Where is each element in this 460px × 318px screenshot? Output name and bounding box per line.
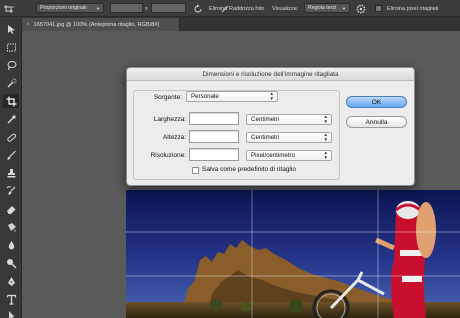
move-tool-icon[interactable] bbox=[3, 22, 19, 36]
ratio-width-field[interactable] bbox=[110, 3, 143, 13]
history-brush-tool-icon[interactable] bbox=[3, 184, 19, 198]
height-unit-select[interactable]: Centimetri ▲ ▼ bbox=[246, 132, 332, 143]
cancel-button[interactable]: Annulla bbox=[346, 116, 407, 128]
updown-arrows-icon: ▲ ▼ bbox=[323, 150, 328, 160]
document-tab[interactable]: × 1657041.jpg @ 100% (Anteprima ritaglio… bbox=[22, 18, 180, 31]
dialog-title: Dimensioni e risoluzione dell’immagine r… bbox=[127, 68, 414, 81]
brush-tool-icon[interactable] bbox=[3, 148, 19, 162]
swap-symbol[interactable]: x bbox=[145, 3, 148, 14]
crop-preset-icon[interactable] bbox=[3, 3, 15, 14]
width-field[interactable] bbox=[189, 112, 239, 125]
resolution-unit-value: Pixel/centimetro bbox=[251, 152, 296, 159]
delete-pixels-checkbox[interactable] bbox=[375, 3, 382, 14]
eraser-tool-icon[interactable] bbox=[3, 202, 19, 216]
width-unit-select[interactable]: Centimetri ▲ ▼ bbox=[246, 114, 332, 125]
view-label: Visualizza: bbox=[272, 5, 299, 12]
lasso-tool-icon[interactable] bbox=[3, 58, 19, 72]
crop-tool-icon[interactable] bbox=[3, 94, 19, 108]
healing-brush-tool-icon[interactable] bbox=[3, 130, 19, 144]
updown-arrows-icon: ▲ ▼ bbox=[323, 114, 328, 124]
photo-preview bbox=[126, 190, 460, 318]
options-bar: Proporzioni originali ▼ x Elimina Raddri… bbox=[0, 0, 460, 17]
close-icon[interactable]: × bbox=[26, 22, 30, 28]
resolution-field[interactable] bbox=[189, 148, 239, 161]
source-select[interactable]: Personale ▲ ▼ bbox=[186, 91, 278, 102]
marquee-tool-icon[interactable] bbox=[3, 40, 19, 54]
source-select-value: Personale bbox=[191, 93, 219, 100]
view-select-value: Regola terzi bbox=[308, 4, 337, 11]
ok-button[interactable]: OK bbox=[346, 96, 407, 108]
crop-size-resolution-dialog: Dimensioni e risoluzione dell’immagine r… bbox=[126, 67, 415, 186]
photoshop-window: Proporzioni originali ▼ x Elimina Raddri… bbox=[0, 0, 460, 318]
gear-icon[interactable] bbox=[356, 3, 366, 14]
height-label: Altezza: bbox=[162, 134, 186, 141]
settings-group: Sorgente: Personale ▲ ▼ Larghezza: Centim… bbox=[133, 90, 340, 180]
straighten-label[interactable]: Raddrizza foto bbox=[229, 3, 264, 14]
view-select[interactable]: Regola terzi ▼ bbox=[304, 3, 350, 13]
width-label: Larghezza: bbox=[153, 116, 186, 123]
gradient-tool-icon[interactable] bbox=[3, 220, 19, 234]
ratio-height-field[interactable] bbox=[151, 3, 186, 13]
clone-stamp-tool-icon[interactable] bbox=[3, 166, 19, 180]
height-field[interactable] bbox=[189, 130, 239, 143]
preset-select[interactable]: Proporzioni originali ▼ bbox=[36, 3, 104, 13]
chevron-down-icon: ▼ bbox=[96, 5, 100, 11]
delete-pixels-label: Elimina pixel ritagliati bbox=[387, 5, 439, 12]
save-preset-label[interactable]: Salva come predefinito di ritaglio bbox=[202, 166, 296, 173]
source-label: Sorgente: bbox=[153, 94, 182, 101]
resolution-label: Risoluzione: bbox=[150, 152, 186, 159]
document-tab-bar: × 1657041.jpg @ 100% (Anteprima ritaglio… bbox=[22, 17, 460, 31]
eyedropper-tool-icon[interactable] bbox=[3, 112, 19, 126]
resolution-unit-select[interactable]: Pixel/centimetro ▲ ▼ bbox=[246, 150, 332, 161]
chevron-down-icon: ▼ bbox=[342, 5, 346, 11]
width-unit-value: Centimetri bbox=[251, 116, 280, 123]
quick-selection-tool-icon[interactable] bbox=[3, 76, 19, 90]
pen-tool-icon[interactable] bbox=[3, 274, 19, 288]
rotate-icon[interactable] bbox=[193, 3, 203, 14]
save-preset-checkbox[interactable] bbox=[192, 167, 199, 174]
updown-arrows-icon: ▲ ▼ bbox=[269, 91, 274, 101]
blur-tool-icon[interactable] bbox=[3, 238, 19, 252]
type-tool-icon[interactable] bbox=[3, 292, 19, 306]
updown-arrows-icon: ▲ ▼ bbox=[323, 132, 328, 142]
preset-select-value: Proporzioni originali bbox=[40, 4, 87, 11]
straighten-icon[interactable] bbox=[221, 3, 229, 14]
path-selection-tool-icon[interactable] bbox=[3, 308, 19, 318]
document-tab-title: 1657041.jpg @ 100% (Anteprima ritaglio, … bbox=[33, 21, 160, 28]
tools-panel bbox=[0, 17, 22, 318]
height-unit-value: Centimetri bbox=[251, 134, 280, 141]
dodge-tool-icon[interactable] bbox=[3, 256, 19, 270]
